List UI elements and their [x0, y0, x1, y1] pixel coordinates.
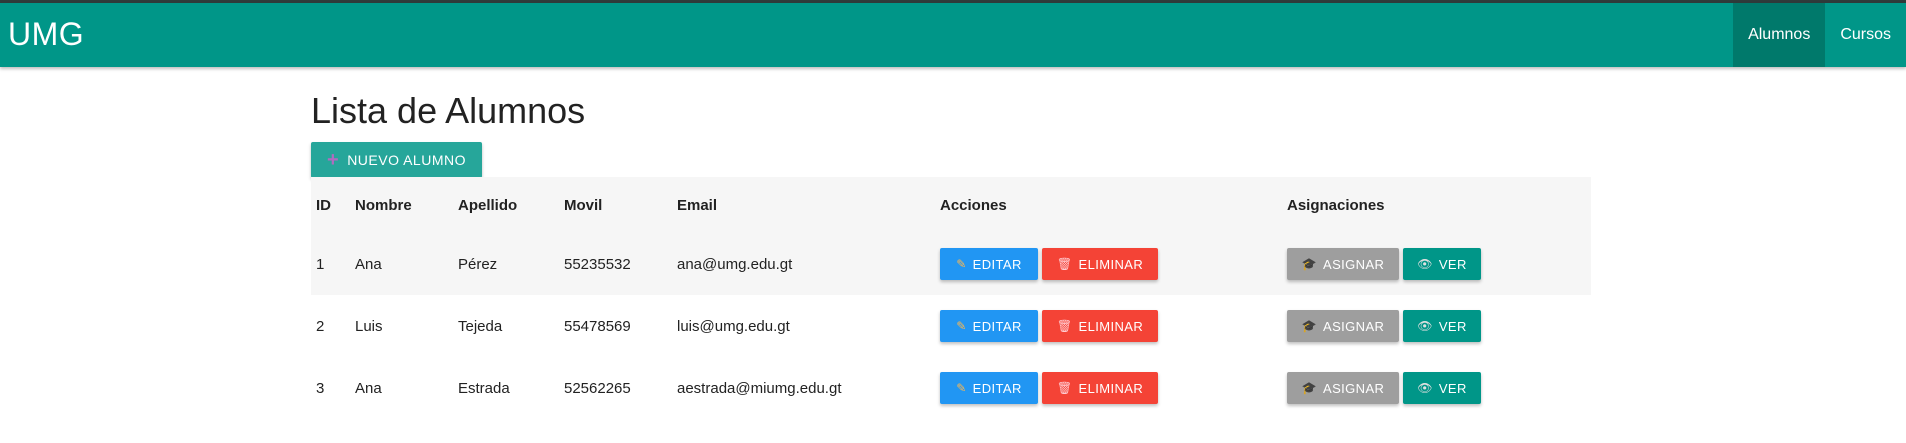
assign-label: ASIGNAR [1323, 256, 1385, 272]
graduation-cap-icon: 🎓 [1301, 381, 1317, 395]
cell-movil: 52562265 [564, 379, 631, 397]
cell-apellido: Tejeda [458, 317, 503, 335]
new-student-label: NUEVO ALUMNO [347, 152, 466, 168]
cell-acciones: ✎ EDITAR 🗑 ELIMINAR [935, 357, 1282, 419]
edit-button[interactable]: ✎ EDITAR [940, 372, 1038, 404]
nav-link-alumnos[interactable]: Alumnos [1733, 3, 1826, 67]
view-label: VER [1438, 318, 1467, 334]
delete-label: ELIMINAR [1078, 256, 1144, 272]
graduation-cap-icon: 🎓 [1301, 319, 1317, 333]
new-student-button[interactable]: + NUEVO ALUMNO [311, 142, 482, 178]
eye-icon: 👁 [1417, 257, 1433, 271]
edit-label: EDITAR [972, 318, 1022, 334]
edit-label: EDITAR [972, 380, 1022, 396]
cell-asignaciones: 🎓 ASIGNAR 👁 VER [1282, 233, 1591, 295]
edit-label: EDITAR [972, 256, 1022, 272]
assign-label: ASIGNAR [1323, 318, 1385, 334]
delete-label: ELIMINAR [1078, 380, 1144, 396]
cell-nombre: Ana [355, 255, 382, 273]
cell-acciones: ✎ EDITAR 🗑 ELIMINAR [935, 295, 1282, 357]
trash-icon: 🗑 [1056, 381, 1073, 395]
header-email: Email [677, 196, 718, 214]
header-asignaciones: Asignaciones [1287, 196, 1385, 214]
eye-icon: 👁 [1417, 381, 1433, 395]
cell-apellido: Estrada [458, 379, 510, 397]
cell-acciones: ✎ EDITAR 🗑 ELIMINAR [935, 233, 1282, 295]
header-acciones: Acciones [940, 196, 1007, 214]
cell-movil: 55235532 [564, 255, 631, 273]
header-id: ID [316, 196, 331, 214]
plus-icon: + [327, 149, 340, 171]
navbar: UMG Alumnos Cursos [0, 3, 1906, 67]
view-label: VER [1438, 380, 1467, 396]
pencil-icon: ✎ [956, 257, 967, 271]
table-row: 1 Ana Pérez 55235532 ana@umg.edu.gt ✎ ED… [311, 233, 1591, 295]
cell-email: ana@umg.edu.gt [677, 255, 793, 273]
delete-button[interactable]: 🗑 ELIMINAR [1042, 310, 1158, 342]
cell-movil: 55478569 [564, 317, 631, 335]
brand-logo[interactable]: UMG [8, 16, 84, 53]
assign-button[interactable]: 🎓 ASIGNAR [1287, 248, 1399, 280]
cell-apellido: Pérez [458, 255, 498, 273]
header-apellido: Apellido [458, 196, 518, 214]
edit-button[interactable]: ✎ EDITAR [940, 310, 1038, 342]
view-button[interactable]: 👁 VER [1403, 310, 1481, 342]
pencil-icon: ✎ [956, 381, 967, 395]
cell-asignaciones: 🎓 ASIGNAR 👁 VER [1282, 295, 1591, 357]
view-label: VER [1438, 256, 1467, 272]
cell-id: 1 [316, 255, 325, 273]
assign-button[interactable]: 🎓 ASIGNAR [1287, 372, 1399, 404]
pencil-icon: ✎ [956, 319, 967, 333]
trash-icon: 🗑 [1056, 257, 1073, 271]
cell-email: luis@umg.edu.gt [677, 317, 790, 335]
nav-links: Alumnos Cursos [1733, 3, 1906, 67]
trash-icon: 🗑 [1056, 319, 1073, 333]
nav-link-cursos[interactable]: Cursos [1825, 3, 1906, 67]
cell-email: aestrada@miumg.edu.gt [677, 379, 842, 397]
cell-nombre: Luis [355, 317, 383, 335]
cell-id: 3 [316, 379, 325, 397]
delete-label: ELIMINAR [1078, 318, 1144, 334]
delete-button[interactable]: 🗑 ELIMINAR [1042, 372, 1158, 404]
assign-button[interactable]: 🎓 ASIGNAR [1287, 310, 1399, 342]
delete-button[interactable]: 🗑 ELIMINAR [1042, 248, 1158, 280]
table-row: 3 Ana Estrada 52562265 aestrada@miumg.ed… [311, 357, 1591, 419]
eye-icon: 👁 [1417, 319, 1433, 333]
header-movil: Movil [564, 196, 603, 214]
table-header-row: ID Nombre Apellido Movil Email Acciones … [311, 177, 1591, 233]
students-table: ID Nombre Apellido Movil Email Acciones … [311, 177, 1591, 419]
page-title: Lista de Alumnos [311, 90, 586, 131]
table-row: 2 Luis Tejeda 55478569 luis@umg.edu.gt ✎… [311, 295, 1591, 357]
cell-nombre: Ana [355, 379, 382, 397]
cell-id: 2 [316, 317, 325, 335]
view-button[interactable]: 👁 VER [1403, 248, 1481, 280]
header-nombre: Nombre [355, 196, 412, 214]
edit-button[interactable]: ✎ EDITAR [940, 248, 1038, 280]
cell-asignaciones: 🎓 ASIGNAR 👁 VER [1282, 357, 1591, 419]
view-button[interactable]: 👁 VER [1403, 372, 1481, 404]
graduation-cap-icon: 🎓 [1301, 257, 1317, 271]
assign-label: ASIGNAR [1323, 380, 1385, 396]
